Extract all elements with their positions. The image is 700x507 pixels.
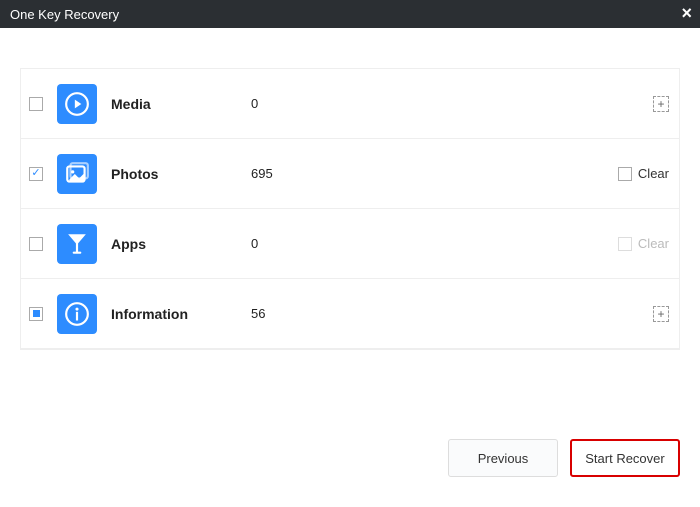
play-icon bbox=[57, 84, 97, 124]
expand-media[interactable]: + bbox=[653, 96, 669, 112]
label-information: Information bbox=[111, 306, 251, 322]
clear-photos-label: Clear bbox=[638, 166, 669, 181]
checkbox-media[interactable] bbox=[29, 97, 43, 111]
previous-button[interactable]: Previous bbox=[448, 439, 558, 477]
count-media: 0 bbox=[251, 96, 258, 111]
count-apps: 0 bbox=[251, 236, 258, 251]
clear-apps-checkbox bbox=[618, 237, 632, 251]
footer-buttons: Previous Start Recover bbox=[448, 439, 680, 477]
clear-photos-checkbox[interactable] bbox=[618, 167, 632, 181]
category-panel: Media 0 + Photos 695 Clear Apps bbox=[20, 68, 680, 350]
photos-icon bbox=[57, 154, 97, 194]
expand-information[interactable]: + bbox=[653, 306, 669, 322]
count-information: 56 bbox=[251, 306, 265, 321]
label-apps: Apps bbox=[111, 236, 251, 252]
checkbox-apps[interactable] bbox=[29, 237, 43, 251]
row-information: Information 56 + bbox=[21, 279, 679, 349]
clear-photos-wrap: Clear bbox=[618, 166, 669, 181]
start-recover-button[interactable]: Start Recover bbox=[570, 439, 680, 477]
count-photos: 695 bbox=[251, 166, 273, 181]
row-apps: Apps 0 Clear bbox=[21, 209, 679, 279]
apps-icon bbox=[57, 224, 97, 264]
checkbox-photos[interactable] bbox=[29, 167, 43, 181]
close-icon[interactable]: × bbox=[681, 3, 692, 24]
content-area: Media 0 + Photos 695 Clear Apps bbox=[0, 28, 700, 350]
window-title: One Key Recovery bbox=[10, 7, 119, 22]
row-media: Media 0 + bbox=[21, 69, 679, 139]
row-photos: Photos 695 Clear bbox=[21, 139, 679, 209]
clear-apps-wrap: Clear bbox=[618, 236, 669, 251]
titlebar: One Key Recovery × bbox=[0, 0, 700, 28]
clear-apps-label: Clear bbox=[638, 236, 669, 251]
label-media: Media bbox=[111, 96, 251, 112]
label-photos: Photos bbox=[111, 166, 251, 182]
info-icon bbox=[57, 294, 97, 334]
checkbox-information[interactable] bbox=[29, 307, 43, 321]
